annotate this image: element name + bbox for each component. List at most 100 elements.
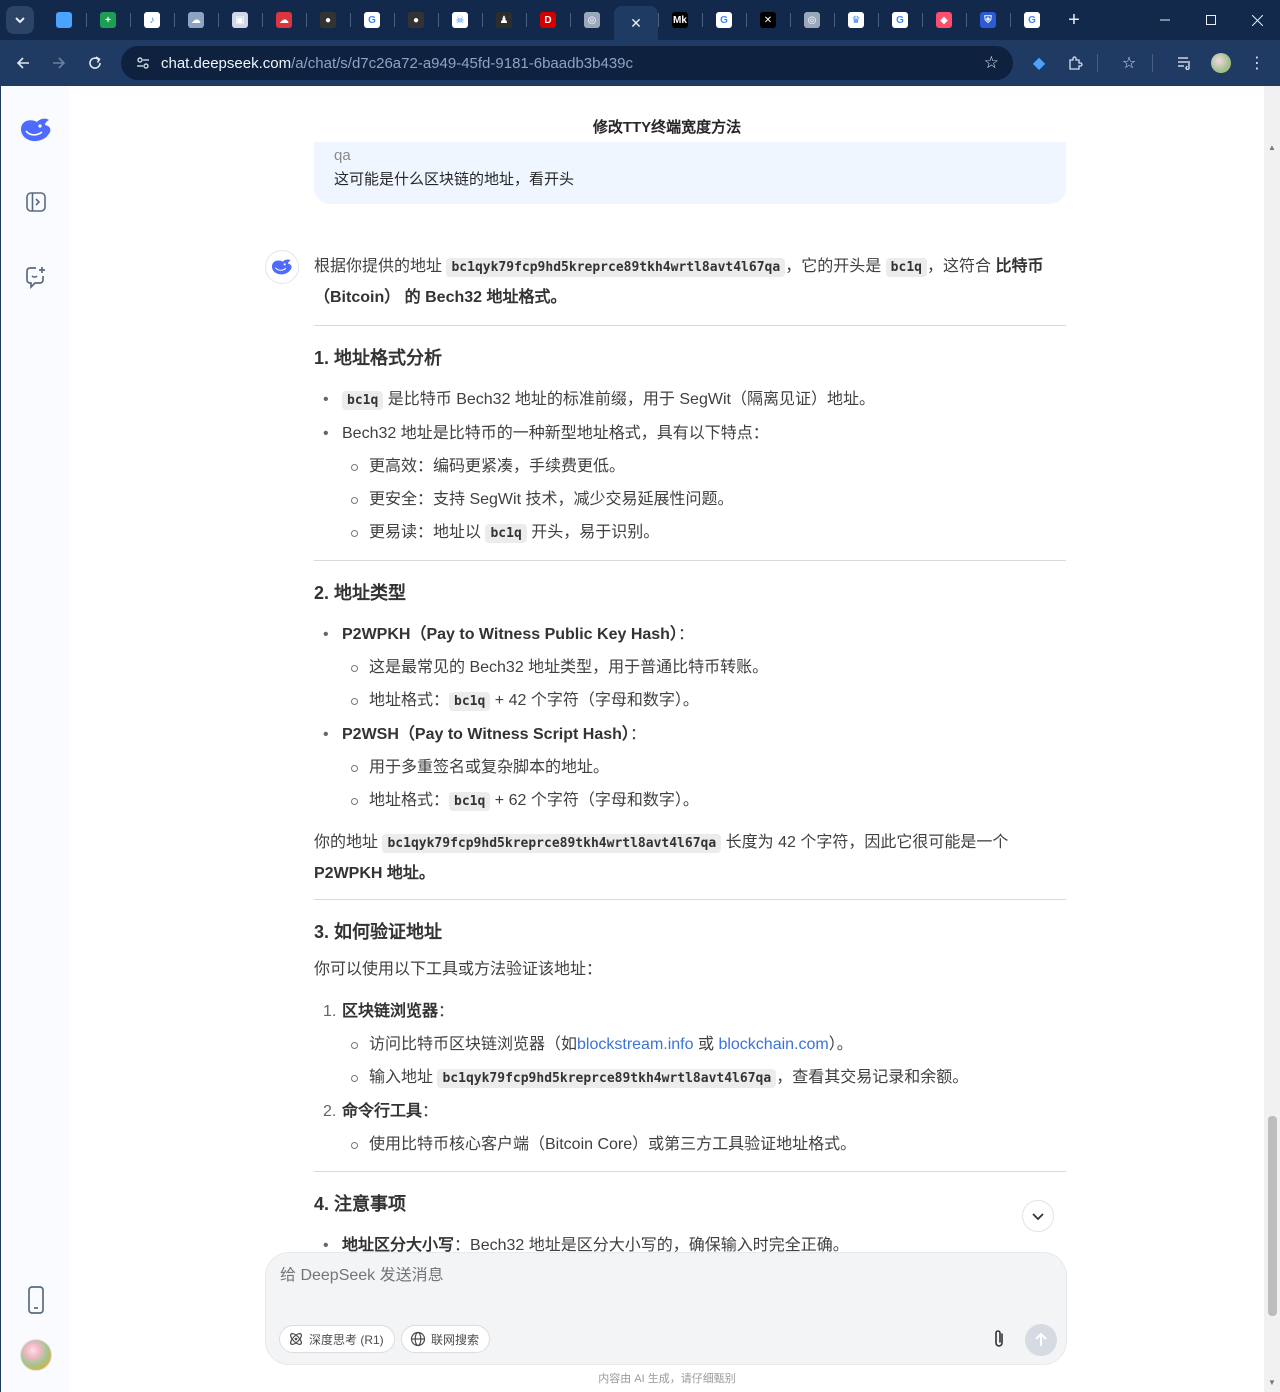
browser-tab[interactable]: ☠: [438, 4, 482, 36]
scroll-down-arrow-icon[interactable]: ▼: [1268, 1379, 1276, 1387]
scroll-to-bottom-button[interactable]: [1022, 1200, 1054, 1232]
browser-tab[interactable]: ●: [306, 4, 350, 36]
browser-tab[interactable]: ♪: [130, 4, 174, 36]
tab-close-icon[interactable]: ✕: [630, 15, 642, 32]
browser-tab[interactable]: ☁: [262, 4, 306, 36]
list-number: 1.: [323, 1003, 337, 1020]
deep-think-toggle[interactable]: 深度思考 (R1): [279, 1325, 395, 1353]
browser-tab[interactable]: G: [702, 4, 746, 36]
list-item-bold: P2WPKH（Pay to Witness Public Key Hash）: [342, 626, 678, 643]
list-item-text: ：: [438, 1003, 455, 1020]
forward-button[interactable]: [41, 45, 77, 81]
bookmarks-icon[interactable]: ☆: [1111, 40, 1147, 86]
inline-code-address: bc1qyk79fcp9hd5kreprce89tkh4wrtl8avt4l67…: [382, 834, 722, 853]
browser-tab[interactable]: ◎: [570, 4, 614, 36]
address-bar[interactable]: chat.deepseek.com/a/chat/s/d7c26a72-a949…: [121, 46, 1013, 80]
list-item-text: Bech32 地址是比特币的一种新型地址格式，具有以下特点：: [342, 425, 769, 442]
bookmark-star-icon[interactable]: ☆: [984, 53, 999, 73]
deepseek-logo-icon[interactable]: [18, 112, 54, 148]
browser-tab[interactable]: ♛: [834, 4, 878, 36]
intro-text: 根据你提供的地址: [314, 258, 443, 275]
browser-tab[interactable]: ◆: [922, 4, 966, 36]
close-window-button[interactable]: [1234, 0, 1280, 40]
list-item-text: 地址格式：: [369, 792, 450, 809]
browser-tab[interactable]: +: [86, 4, 130, 36]
blockchain-link[interactable]: blockchain.com: [718, 1036, 828, 1053]
browser-tab[interactable]: G: [878, 4, 922, 36]
reload-button[interactable]: [77, 45, 113, 81]
media-controls-icon[interactable]: [1167, 40, 1203, 86]
scroll-up-arrow-icon[interactable]: ▲: [1268, 144, 1276, 152]
browser-tab[interactable]: ☁: [174, 4, 218, 36]
paragraph-text: 长度为 42 个字符，因此它很可能是一个: [725, 834, 1009, 851]
arrow-up-icon: [1035, 1332, 1047, 1346]
new-chat-icon[interactable]: [21, 262, 51, 292]
chrome-icon: ◎: [804, 12, 820, 28]
sub-list-item: 地址格式： bc1q + 62 个字符（字母和数字）。: [314, 784, 1066, 818]
chat-main: 修改TTY终端宽度方法 qa 这可能是什么区块链的地址，看开头 根据你提供的地址…: [70, 86, 1264, 1392]
intro-text: ，它的开头是: [785, 258, 882, 275]
list-item-text: 更高效：编码更紧凑，手续费更低。: [369, 458, 626, 475]
atom-icon: [290, 1333, 302, 1345]
page-scrollbar[interactable]: ▲ ▼: [1264, 86, 1280, 1392]
sub-list-item: 更安全：支持 SegWit 技术，减少交易延展性问题。: [314, 483, 1066, 516]
user-avatar[interactable]: [19, 1338, 53, 1372]
maximize-icon: [1206, 15, 1216, 25]
divider: [314, 1171, 1066, 1172]
browser-tab[interactable]: ▣: [218, 4, 262, 36]
inline-code: bc1q: [449, 792, 491, 811]
list-item-bold: 区块链浏览器: [342, 1003, 439, 1020]
browser-tab[interactable]: G: [1010, 4, 1054, 36]
attach-file-button[interactable]: [987, 1326, 1011, 1352]
back-button[interactable]: [5, 45, 41, 81]
sub-list-item: 输入地址 bc1qyk79fcp9hd5kreprce89tkh4wrtl8av…: [314, 1061, 1066, 1095]
profile-avatar[interactable]: [1203, 40, 1239, 86]
section-heading: 2. 地址类型: [314, 583, 407, 603]
browser-tab[interactable]: D: [526, 4, 570, 36]
scrollbar-thumb[interactable]: [1268, 1116, 1277, 1316]
blockstream-link[interactable]: blockstream.info: [577, 1036, 694, 1053]
paragraph-bold: P2WPKH 地址。: [314, 865, 435, 882]
d-letter-icon: D: [540, 12, 556, 28]
browser-tab[interactable]: ♟: [482, 4, 526, 36]
chevron-down-icon: [15, 17, 25, 24]
inline-code-address: bc1qyk79fcp9hd5kreprce89tkh4wrtl8avt4l67…: [437, 1069, 777, 1088]
web-search-toggle[interactable]: 联网搜索: [401, 1325, 491, 1353]
sub-list-item: 这是最常见的 Bech32 地址类型，用于普通比特币转账。: [314, 651, 1066, 684]
reload-icon: [89, 56, 101, 69]
active-tab[interactable]: ✕: [614, 6, 658, 40]
arrow-left-icon: [16, 57, 29, 69]
sub-list-item: 更易读：地址以 bc1q 开头，易于识别。: [314, 516, 1066, 550]
web-search-label: 联网搜索: [431, 1332, 480, 1347]
browser-tab[interactable]: [42, 4, 86, 36]
mobile-app-icon[interactable]: [21, 1285, 51, 1315]
browser-tab[interactable]: G: [350, 4, 394, 36]
site-info-icon[interactable]: [133, 53, 153, 73]
sub-list-item: 地址格式： bc1q + 42 个字符（字母和数字）。: [314, 684, 1066, 718]
gem-extension-icon[interactable]: ◆: [1021, 40, 1057, 86]
minimize-button[interactable]: [1142, 0, 1188, 40]
browser-tab[interactable]: ✕: [746, 4, 790, 36]
browser-menu-icon[interactable]: ⋮: [1239, 40, 1275, 86]
list-item-text: ，查看其交易记录和余额。: [776, 1069, 969, 1086]
list-item: 地址区分大小写：Bech32 地址是区分大小写的，确保输入时完全正确。: [314, 1229, 1066, 1252]
extensions-puzzle-icon[interactable]: [1057, 40, 1093, 86]
open-sidebar-icon[interactable]: [21, 187, 51, 217]
list-item-text: ：: [422, 1103, 439, 1120]
globe-icon: [410, 1331, 426, 1347]
toolbar-divider: [1152, 54, 1153, 72]
tab-search-button[interactable]: [6, 6, 34, 34]
browser-tab[interactable]: Mk: [658, 4, 702, 36]
new-tab-button[interactable]: +: [1060, 6, 1088, 34]
minimize-icon: [1160, 19, 1170, 21]
browser-tab[interactable]: ⛨: [966, 4, 1010, 36]
sub-list-item: 访问比特币区块链浏览器（如blockstream.info 或 blockcha…: [314, 1028, 1066, 1061]
send-button[interactable]: [1025, 1324, 1057, 1356]
message-input[interactable]: [280, 1267, 880, 1285]
answer-paragraph: 你可以使用以下工具或方法验证该地址：: [314, 961, 603, 978]
maximize-button[interactable]: [1188, 0, 1234, 40]
shield-icon: ⛨: [980, 12, 996, 28]
browser-tab[interactable]: ◎: [790, 4, 834, 36]
browser-tab[interactable]: ●: [394, 4, 438, 36]
section-heading: 4. 注意事项: [314, 1194, 407, 1214]
